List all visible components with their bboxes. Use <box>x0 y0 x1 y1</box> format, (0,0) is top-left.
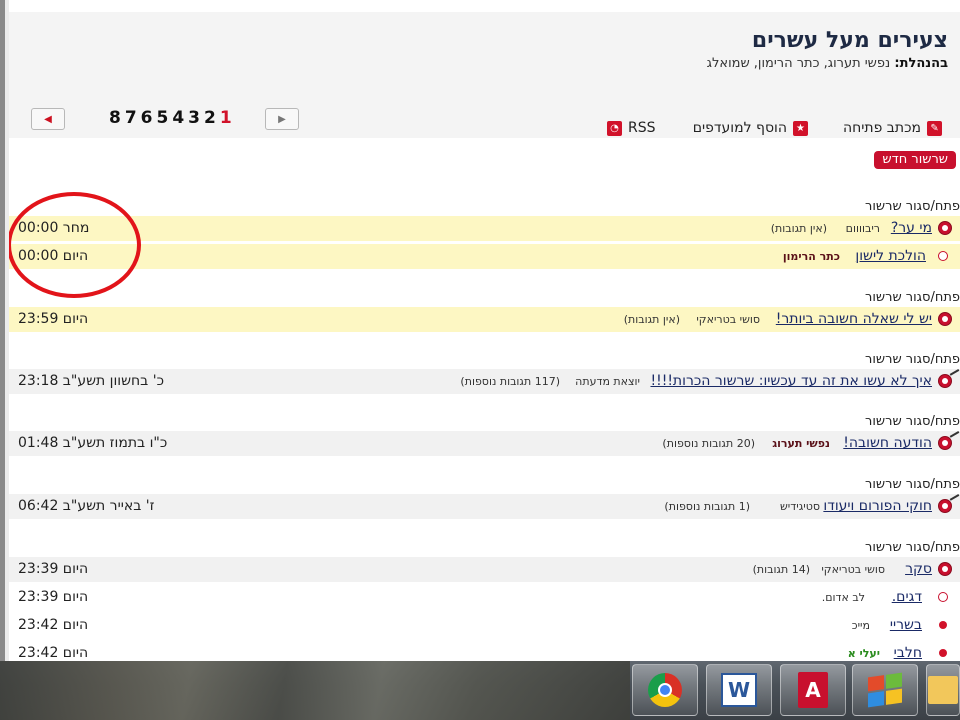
forum-title: צעירים מעל עשרים <box>751 28 948 53</box>
windows-taskbar: W A <box>0 661 960 720</box>
thread-bullet-icon <box>938 312 952 326</box>
thread-title[interactable]: סקר <box>905 561 932 577</box>
thread-row[interactable]: סקר סושי בטריאקי (14 תגובות) היום 23:39 <box>9 557 960 582</box>
toggle-thread[interactable]: פתח/סגור שרשור <box>865 199 960 214</box>
toggle-thread[interactable]: פתח/סגור שרשור <box>865 414 960 429</box>
add-favorites-label: הוסף למועדפים <box>692 120 787 136</box>
toggle-thread[interactable]: פתח/סגור שרשור <box>865 540 960 555</box>
rss-link[interactable]: RSS ◔ <box>607 120 656 136</box>
reply-author[interactable]: כתר הרימון <box>783 250 840 263</box>
thread-date: היום 23:39 <box>18 561 89 577</box>
thread-replies: (אין תגובות) <box>623 313 680 326</box>
thread-title[interactable]: איך לא עשו את זה עד עכשיו: שרשור הכרות!!… <box>650 373 932 389</box>
word-icon: W <box>721 673 757 707</box>
red-annotation-circle <box>9 192 141 298</box>
new-thread-button[interactable]: שרשור חדש <box>874 151 956 169</box>
reply-row[interactable]: דגים. לב אדום. היום 23:39 <box>9 585 960 610</box>
reply-bullet-icon <box>938 592 948 602</box>
left-window-edge <box>0 0 5 720</box>
pencil-icon: ✎ <box>927 120 942 136</box>
pdf-taskbar-button[interactable]: A <box>780 664 846 716</box>
thread-date: ז' באייר תשע"ב 06:42 <box>18 498 155 514</box>
page-numbers[interactable]: 87654321 <box>109 108 236 128</box>
reply-title[interactable]: הולכת לישון <box>855 248 926 264</box>
forum-header: צעירים מעל עשרים בהנהלת: נפשי תערוג, כתר… <box>9 12 960 138</box>
reply-row[interactable]: חלבי יעלי א היום 23:42 <box>9 641 960 661</box>
reply-row[interactable]: הולכת לישון כתר הרימון היום 00:00 <box>9 244 960 269</box>
pdf-icon: A <box>798 672 828 708</box>
thread-replies: (אין תגובות) <box>770 222 827 235</box>
thread-author[interactable]: נפשי תערוג <box>772 437 830 450</box>
pinned-thread-icon <box>938 436 952 450</box>
reply-row[interactable]: בשריי מייכ היום 23:42 <box>9 613 960 638</box>
thread-title[interactable]: חוקי הפורום ויעודו <box>823 498 932 514</box>
left-arrow-icon: ◀ <box>44 113 52 125</box>
thread-replies: (20 תגובות נוספות) <box>662 437 755 450</box>
thread-bullet-icon <box>938 562 952 576</box>
opening-letter-link[interactable]: ✎ מכתב פתיחה <box>843 120 942 136</box>
windows-explorer-icon <box>868 672 902 708</box>
managers-label: בהנהלת: <box>894 56 948 71</box>
thread-title[interactable]: יש לי שאלה חשובה ביותר! <box>776 311 932 327</box>
thread-author[interactable]: ריבוווום <box>846 222 880 235</box>
thread-row[interactable]: איך לא עשו את זה עד עכשיו: שרשור הכרות!!… <box>9 369 960 394</box>
reply-title[interactable]: דגים. <box>892 589 922 605</box>
toggle-thread[interactable]: פתח/סגור שרשור <box>865 352 960 367</box>
forum-page: צעירים מעל עשרים בהנהלת: נפשי תערוג, כתר… <box>9 0 960 661</box>
thread-date: כ"ו בתמוז תשע"ב 01:48 <box>18 435 168 451</box>
add-favorites-link[interactable]: ★ הוסף למועדפים <box>693 120 808 136</box>
toggle-thread[interactable]: פתח/סגור שרשור <box>865 290 960 305</box>
forum-managers: בהנהלת: נפשי תערוג, כתר הרימון, שמואלג <box>707 56 948 71</box>
thread-replies: (117 תגובות נוספות) <box>460 375 560 388</box>
reply-date: היום 23:39 <box>18 589 89 605</box>
word-taskbar-button[interactable]: W <box>706 664 772 716</box>
chrome-icon <box>648 673 682 707</box>
rss-label: RSS <box>628 120 656 136</box>
folder-taskbar-button[interactable] <box>926 664 960 716</box>
windows-explorer-taskbar-button[interactable] <box>852 664 918 716</box>
thread-author[interactable]: סושי בטריאקי <box>696 313 760 326</box>
thread-row[interactable]: הודעה חשובה! נפשי תערוג (20 תגובות נוספו… <box>9 431 960 456</box>
next-page-button[interactable]: ▶ <box>265 108 299 130</box>
reply-bullet-icon <box>939 621 947 629</box>
reply-bullet-icon <box>938 251 948 261</box>
thread-date: היום 23:59 <box>18 311 89 327</box>
thread-replies: (1 תגובות נוספות) <box>664 500 750 513</box>
page-links[interactable]: 8765432 <box>109 108 220 128</box>
reply-author[interactable]: מייכ <box>852 619 870 632</box>
thread-title[interactable]: הודעה חשובה! <box>843 435 932 451</box>
prev-page-button[interactable]: ◀ <box>31 108 65 130</box>
reply-author[interactable]: לב אדום. <box>822 591 865 604</box>
thread-author[interactable]: יוצאת מדעתה <box>575 375 640 388</box>
thread-title[interactable]: מי ער? <box>891 220 932 236</box>
rss-icon: ◔ <box>607 120 622 136</box>
pinned-thread-icon <box>938 374 952 388</box>
chrome-taskbar-button[interactable] <box>632 664 698 716</box>
folder-icon <box>928 676 958 704</box>
thread-replies: (14 תגובות) <box>752 563 810 576</box>
reply-author[interactable]: יעלי א <box>848 647 880 660</box>
reply-date: היום 23:42 <box>18 617 89 633</box>
reply-date: היום 23:42 <box>18 645 89 661</box>
toggle-thread[interactable]: פתח/סגור שרשור <box>865 477 960 492</box>
taskbar-background-photo <box>0 661 630 720</box>
thread-date: כ' בחשוון תשע"ב 23:18 <box>18 373 164 389</box>
reply-title[interactable]: חלבי <box>894 645 922 661</box>
thread-bullet-icon <box>938 221 952 235</box>
thread-author[interactable]: סטיגידיש <box>780 500 820 513</box>
star-icon: ★ <box>793 120 808 136</box>
right-arrow-icon: ▶ <box>278 113 286 125</box>
thread-row[interactable]: חוקי הפורום ויעודו סטיגידיש (1 תגובות נו… <box>9 494 960 519</box>
current-page: 1 <box>219 108 236 128</box>
reply-title[interactable]: בשריי <box>890 617 922 633</box>
thread-author[interactable]: סושי בטריאקי <box>821 563 885 576</box>
reply-bullet-icon <box>939 649 947 657</box>
pinned-thread-icon <box>938 499 952 513</box>
managers-names[interactable]: נפשי תערוג, כתר הרימון, שמואלג <box>707 56 891 71</box>
opening-letter-label: מכתב פתיחה <box>842 120 921 136</box>
thread-row[interactable]: מי ער? ריבוווום (אין תגובות) מחר 00:00 <box>9 216 960 241</box>
thread-row[interactable]: יש לי שאלה חשובה ביותר! סושי בטריאקי (אי… <box>9 307 960 332</box>
